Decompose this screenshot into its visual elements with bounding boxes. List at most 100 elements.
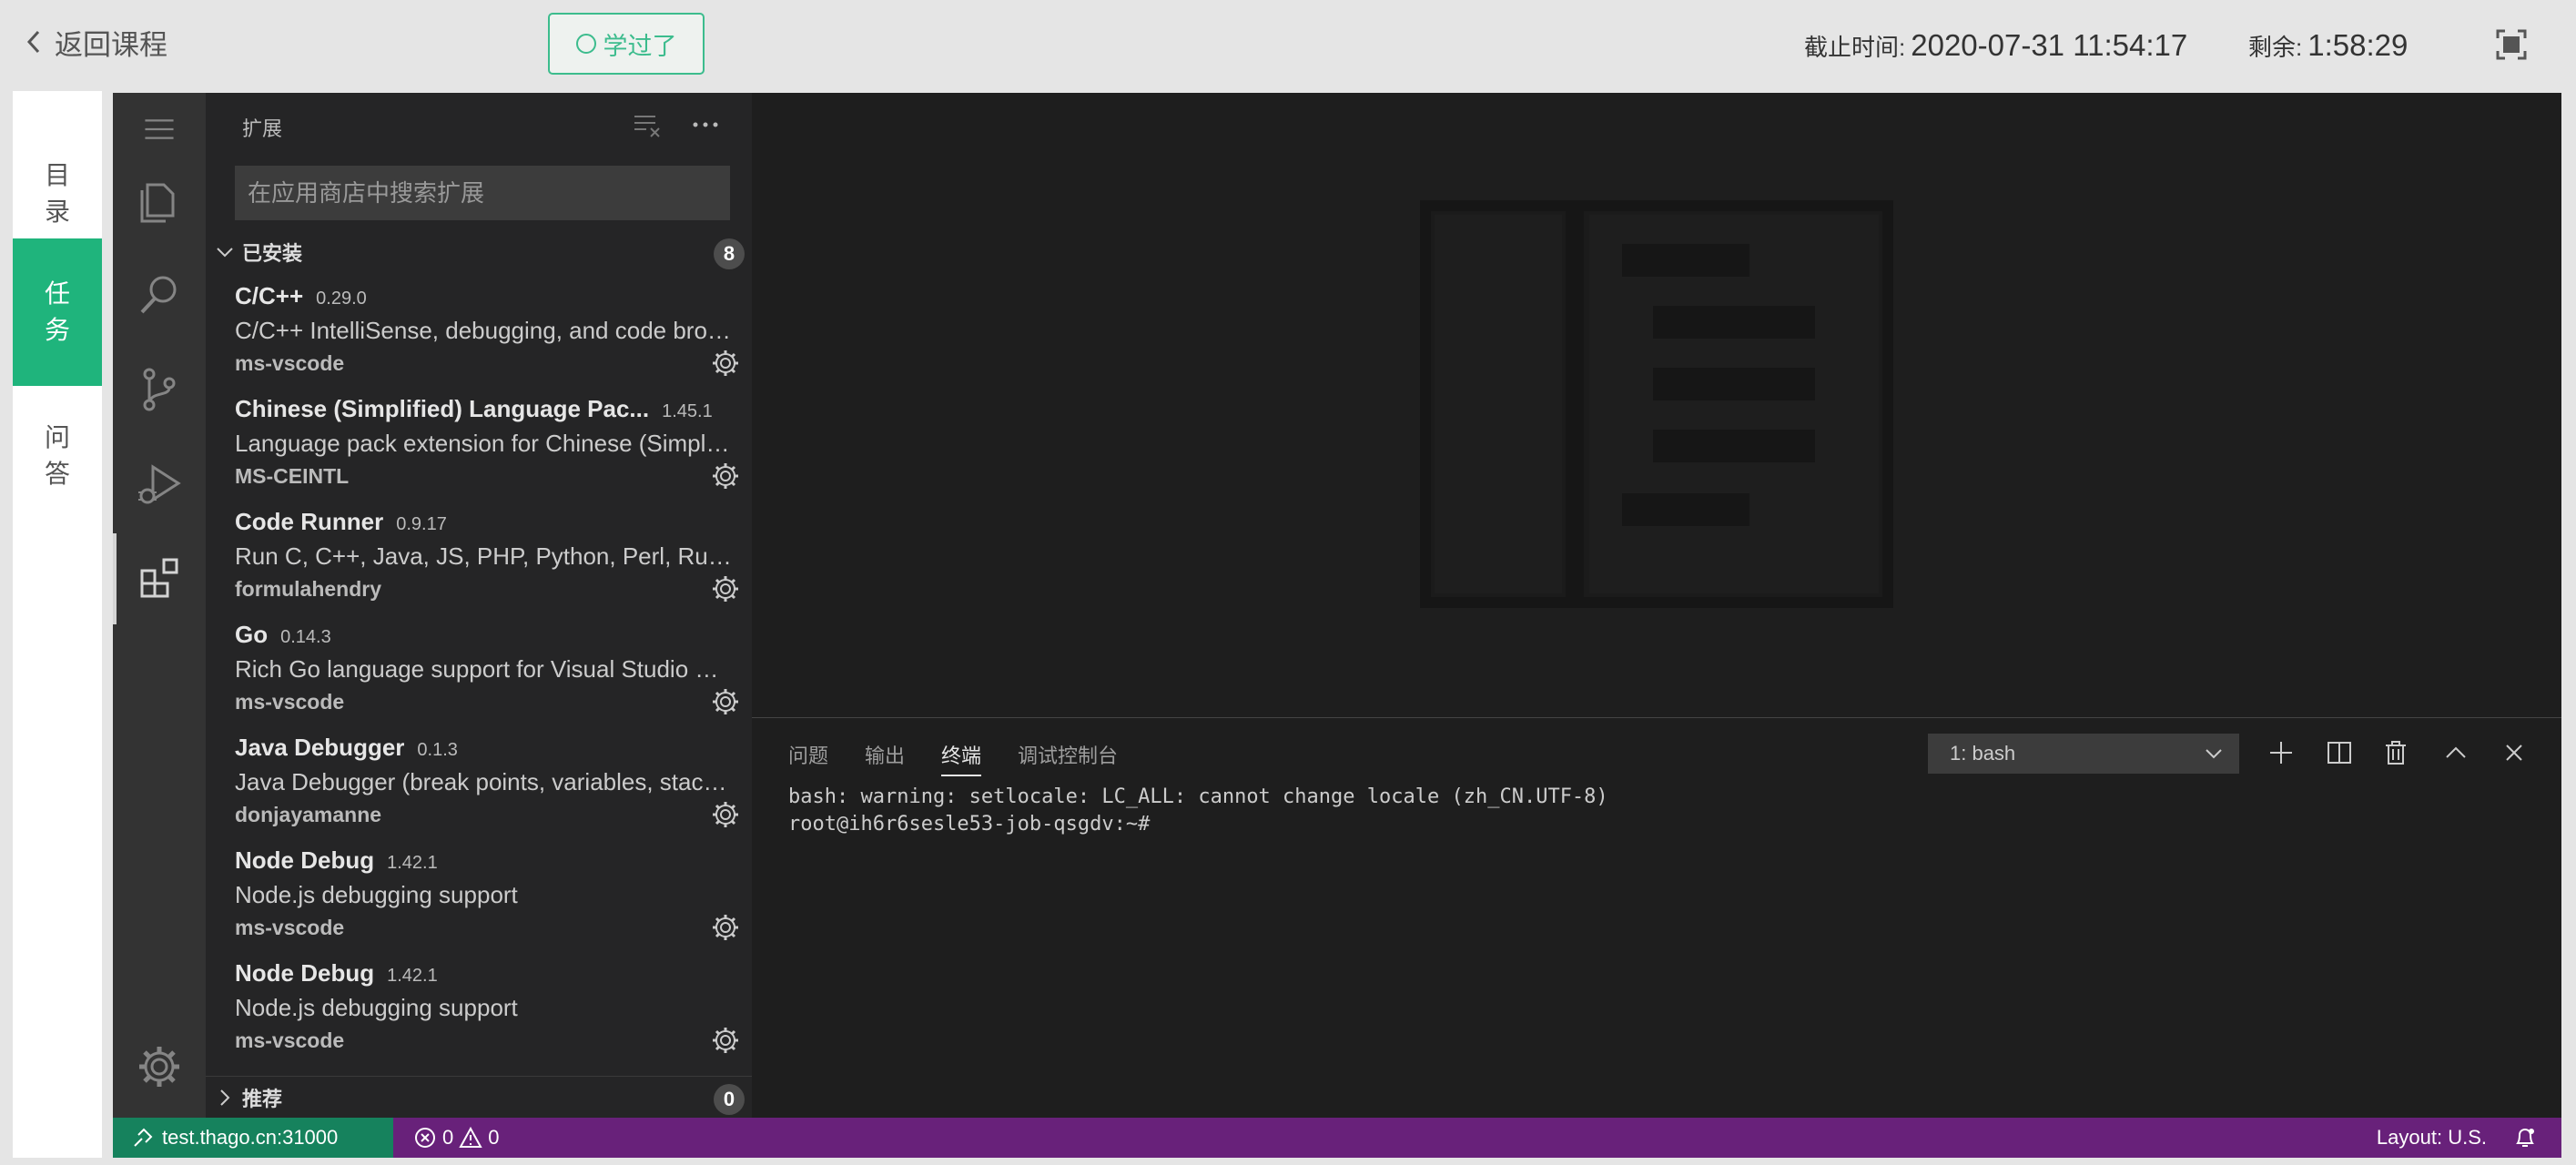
terminal-select-value: 1: bash [1950, 742, 2016, 765]
tab-terminal[interactable]: 终端 [941, 740, 981, 769]
extension-item[interactable]: Chinese (Simplified) Language Pac... 1.45… [235, 391, 745, 504]
top-bar: 返回课程 学过了 截止时间: 2020-07-31 11:54:17 剩余: 1… [0, 0, 2576, 91]
menu-icon [145, 119, 174, 139]
activity-search[interactable] [113, 249, 206, 340]
active-tab-underline [941, 775, 981, 776]
remaining-label: 剩余: [2248, 33, 2303, 61]
gear-icon[interactable] [710, 799, 741, 830]
close-panel-button[interactable] [2496, 734, 2532, 771]
recommended-label: 推荐 [242, 1087, 283, 1110]
learned-button[interactable]: 学过了 [548, 13, 705, 75]
extension-publisher: ms-vscode [235, 690, 345, 714]
extension-description: Node.js debugging support [235, 881, 518, 908]
run-debug-icon [138, 464, 181, 504]
activity-explorer[interactable] [113, 155, 206, 246]
error-count: 0 [442, 1126, 454, 1149]
chevron-up-icon [2446, 746, 2466, 758]
extension-description: Node.js debugging support [235, 994, 518, 1021]
keyboard-layout[interactable]: Layout: U.S. [2377, 1118, 2487, 1158]
close-icon [2506, 745, 2522, 761]
terminal-line: root@ih6r6sesle53-job-qsgdv:~# [788, 813, 1151, 836]
problems-indicator[interactable]: 0 0 [408, 1118, 500, 1158]
extension-item[interactable]: C/C++ 0.29.0 C/C++ IntelliSense, debuggin… [235, 279, 745, 391]
bell-icon[interactable] [2512, 1125, 2538, 1150]
deadline-value: 2020-07-31 11:54:17 [1911, 28, 2188, 62]
gear-icon[interactable] [710, 686, 741, 717]
extension-version: 1.42.1 [387, 966, 438, 986]
installed-label: 已安装 [242, 242, 303, 265]
remote-icon [134, 1128, 153, 1147]
activity-source-control[interactable] [113, 344, 206, 435]
split-icon [2328, 742, 2351, 764]
extension-item[interactable]: Go 0.14.3 Rich Go language support for Vi… [235, 617, 745, 730]
extension-name: Node Debug [235, 959, 375, 987]
extension-item[interactable]: Java Debugger 0.1.3 Java Debugger (break … [235, 730, 745, 843]
nav-item-label: 务 [44, 316, 70, 344]
deadline-label: 截止时间: [1804, 33, 1906, 61]
extension-publisher: MS-CEINTL [235, 464, 350, 488]
kill-terminal-button[interactable] [2378, 734, 2414, 771]
gear-icon[interactable] [710, 461, 741, 491]
gear-icon[interactable] [710, 1025, 741, 1056]
chevron-right-icon [220, 1089, 230, 1106]
extension-search-input[interactable] [235, 166, 730, 220]
extension-version: 0.14.3 [280, 627, 331, 647]
circle-icon [575, 34, 596, 54]
nav-item-qa[interactable]: 问 答 [13, 382, 102, 530]
source-control-icon [143, 368, 176, 411]
new-terminal-button[interactable] [2263, 734, 2299, 771]
extension-description: Run C, C++, Java, JS, PHP, Python, Perl,… [235, 542, 734, 570]
clear-filter-icon[interactable] [632, 109, 663, 140]
extension-name: Code Runner [235, 508, 384, 535]
extension-description: Rich Go language support for Visual Stud… [235, 655, 734, 683]
status-bar: test.thago.cn:31000 0 0 Layout: U.S. [113, 1118, 2561, 1158]
nav-item-task[interactable]: 任 务 [13, 238, 102, 386]
extension-description: Java Debugger (break points, variables, … [235, 768, 734, 795]
fullscreen-icon[interactable] [2496, 29, 2527, 60]
extension-item[interactable]: Node Debug 1.42.1 Node.js debugging suppo… [235, 843, 745, 956]
more-actions-icon[interactable] [690, 109, 721, 140]
recommended-count-badge: 0 [714, 1084, 745, 1115]
extension-version: 0.1.3 [417, 740, 458, 760]
extension-name: Node Debug [235, 846, 375, 874]
warning-count: 0 [488, 1126, 500, 1149]
files-icon [140, 183, 175, 223]
extension-item[interactable]: Code Runner 0.9.17 Run C, C++, Java, JS, … [235, 504, 745, 617]
extension-publisher: formulahendry [235, 577, 382, 601]
sidebar-toolbar [604, 109, 721, 140]
extension-name: Java Debugger [235, 734, 405, 761]
back-to-course-link[interactable]: 返回课程 [24, 18, 167, 66]
extension-publisher: ms-vscode [235, 1028, 345, 1052]
extension-name: Chinese (Simplified) Language Pac... [235, 395, 650, 422]
activity-run-debug[interactable] [113, 439, 206, 530]
extensions-icon [140, 558, 178, 598]
gear-icon[interactable] [710, 912, 741, 943]
maximize-panel-button[interactable] [2438, 734, 2474, 771]
tab-debug-console[interactable]: 调试控制台 [1018, 740, 1118, 769]
activity-manage[interactable] [113, 1021, 206, 1112]
activity-extensions[interactable] [113, 533, 206, 624]
plus-icon [2270, 742, 2292, 764]
remote-indicator[interactable]: test.thago.cn:31000 [113, 1118, 393, 1158]
split-terminal-button[interactable] [2321, 734, 2358, 771]
extension-name: C/C++ [235, 282, 304, 309]
terminal-output[interactable]: bash: warning: setlocale: LC_ALL: cannot… [788, 784, 1608, 838]
remaining-value: 1:58:29 [2307, 28, 2409, 62]
installed-section-header[interactable]: 已安装 8 [206, 231, 752, 273]
search-icon [140, 276, 177, 314]
remaining-time: 剩余: 1:58:29 [2248, 20, 2408, 71]
back-label: 返回课程 [55, 28, 167, 61]
terminal-line: bash: warning: setlocale: LC_ALL: cannot… [788, 785, 1608, 808]
vscode-watermark-icon [1420, 200, 1893, 608]
tab-problems[interactable]: 问题 [788, 740, 828, 769]
gear-icon[interactable] [710, 573, 741, 604]
chevron-down-icon [2206, 749, 2222, 759]
gear-icon[interactable] [710, 348, 741, 379]
extension-item[interactable]: Node Debug 1.42.1 Node.js debugging suppo… [235, 956, 745, 1069]
installed-count-badge: 8 [714, 238, 745, 269]
tab-output[interactable]: 输出 [865, 740, 905, 769]
terminal-select[interactable]: 1: bash [1928, 734, 2239, 774]
extension-version: 0.9.17 [396, 514, 447, 534]
error-icon [415, 1128, 435, 1148]
recommended-section-header[interactable]: 推荐 0 [206, 1076, 752, 1118]
